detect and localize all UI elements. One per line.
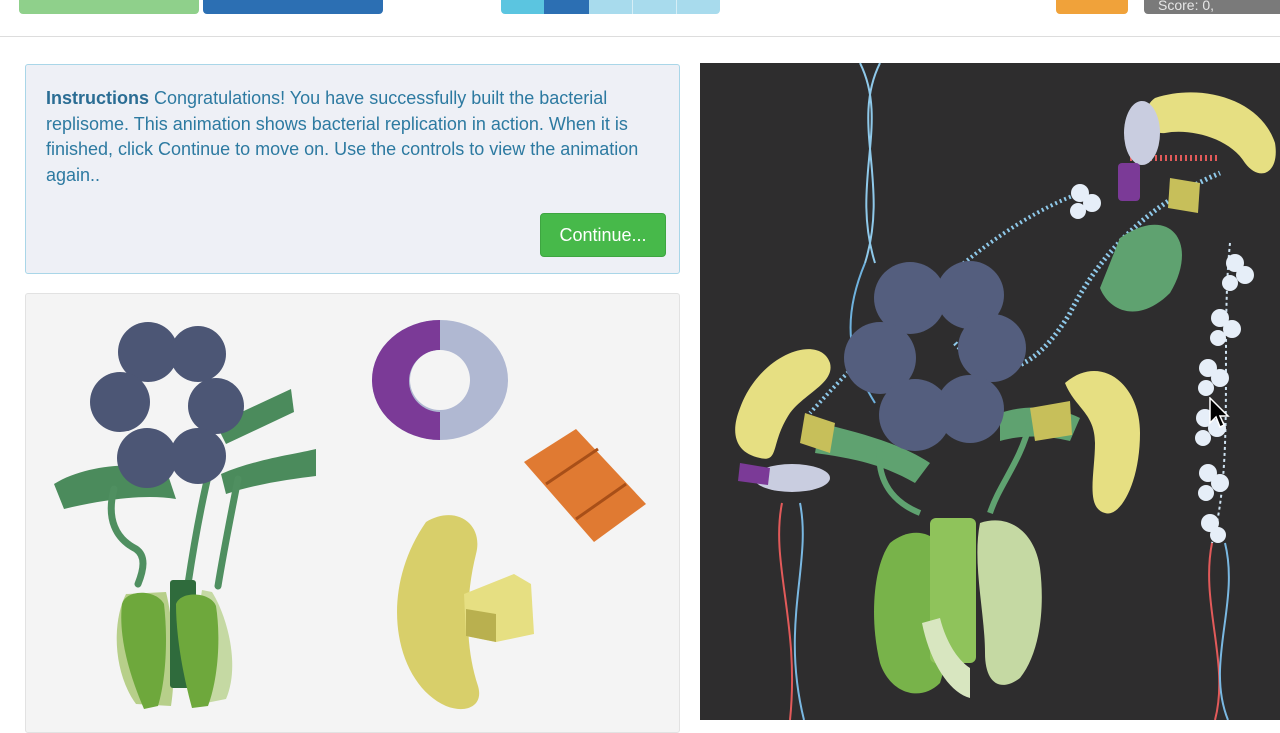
animation-canvas xyxy=(735,63,1276,720)
lagging-polymerase xyxy=(735,349,835,492)
parts-canvas xyxy=(54,320,646,710)
progress-segment[interactable] xyxy=(632,0,677,14)
leading-polymerase xyxy=(1118,92,1276,213)
right-polymerase xyxy=(1030,371,1140,514)
parts-panel xyxy=(25,293,680,733)
toolbar-blue-button[interactable] xyxy=(203,0,383,14)
core-polymerase xyxy=(874,518,1042,698)
replication-animation[interactable] xyxy=(700,63,1280,720)
continue-button[interactable]: Continue... xyxy=(540,213,666,257)
progress-segment[interactable] xyxy=(676,0,720,14)
instructions-panel: Instructions Congratulations! You have s… xyxy=(25,64,680,274)
instructions-heading: Instructions xyxy=(46,88,150,108)
sliding-clamp-part[interactable] xyxy=(372,320,508,440)
tau-arms-part[interactable] xyxy=(54,389,316,590)
top-toolbar: Score: 0, xyxy=(0,0,1280,37)
instructions-text: Instructions Congratulations! You have s… xyxy=(46,86,656,188)
core-polymerase-part[interactable] xyxy=(116,580,233,709)
polymerase-part[interactable] xyxy=(397,515,534,710)
help-button[interactable] xyxy=(1056,0,1128,14)
toolbar-green-button[interactable] xyxy=(19,0,199,14)
mouse-cursor-icon xyxy=(1209,397,1230,429)
score-text: Score: 0, xyxy=(1158,0,1215,13)
progress-segment-active[interactable] xyxy=(544,0,589,14)
score-badge: Score: 0, xyxy=(1144,0,1280,14)
helicase-part[interactable] xyxy=(90,322,244,488)
helicase xyxy=(844,261,1026,451)
progress-segment[interactable] xyxy=(589,0,632,14)
primase-part[interactable] xyxy=(524,429,646,542)
progress-segment[interactable] xyxy=(501,0,544,14)
